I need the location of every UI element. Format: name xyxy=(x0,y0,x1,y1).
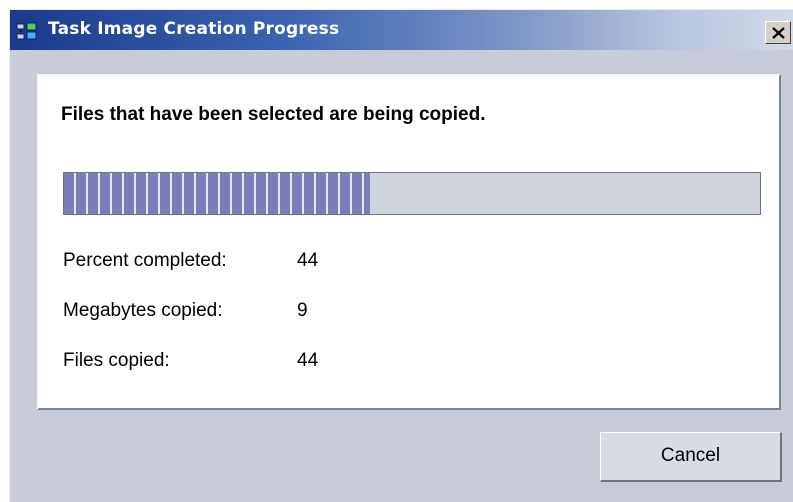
window-title: Task Image Creation Progress xyxy=(48,19,340,39)
megabytes-copied-value: 9 xyxy=(297,300,308,321)
files-copied-value: 44 xyxy=(297,350,319,371)
progress-bar-fill xyxy=(64,173,370,214)
percent-completed-value: 44 xyxy=(297,250,319,271)
close-x-icon xyxy=(772,27,785,39)
percent-completed-label: Percent completed: xyxy=(63,250,227,271)
progress-bar xyxy=(63,172,761,215)
content-panel: Files that have been selected are being … xyxy=(37,74,781,410)
status-message: Files that have been selected are being … xyxy=(61,104,486,125)
progress-dialog: Task Image Creation Progress Files that … xyxy=(9,9,793,502)
network-computers-icon xyxy=(16,22,37,40)
files-copied-label: Files copied: xyxy=(63,350,170,371)
cancel-button[interactable]: Cancel xyxy=(600,432,782,482)
megabytes-copied-label: Megabytes copied: xyxy=(63,300,223,321)
close-button[interactable] xyxy=(765,21,791,44)
title-bar[interactable]: Task Image Creation Progress xyxy=(10,10,793,50)
